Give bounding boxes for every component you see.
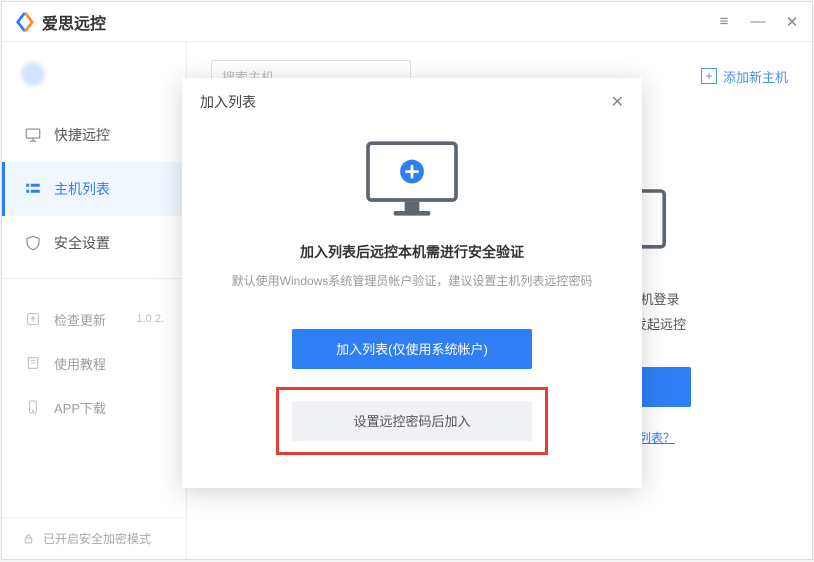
nav-secondary: 检查更新 1.0.2. 使用教程 APP下载: [2, 297, 186, 429]
logo-icon: [14, 11, 36, 33]
monitor-icon: [357, 134, 467, 226]
modal-subtitle: 默认使用Windows系统管理员帐户验证，建议设置主机列表远控密码: [232, 272, 593, 289]
upload-icon: [24, 310, 42, 328]
close-icon[interactable]: ✕: [784, 13, 800, 31]
avatar-icon: [20, 61, 46, 87]
status-text: 已开启安全加密模式: [43, 530, 151, 547]
lock-icon: [22, 532, 35, 545]
highlight-frame: 设置远控密码后加入: [276, 387, 548, 455]
join-system-account-button[interactable]: 加入列表(仅使用系统帐户): [292, 329, 532, 369]
version-text: 1.0.2.: [136, 313, 164, 325]
add-host-label: 添加新主机: [723, 67, 788, 86]
nav-host-list[interactable]: 主机列表: [2, 162, 186, 216]
divider: [2, 278, 186, 279]
modal-heading: 加入列表后远控本机需进行安全验证: [300, 242, 524, 262]
modal-body: 加入列表后远控本机需进行安全验证 默认使用Windows系统管理员帐户验证，建议…: [182, 126, 642, 488]
modal-title-text: 加入列表: [200, 92, 256, 112]
nav-tutorial[interactable]: 使用教程: [2, 341, 186, 385]
nav-label: 快捷远控: [54, 125, 110, 145]
plus-icon: +: [701, 68, 717, 84]
list-icon: [24, 180, 42, 198]
set-password-join-button[interactable]: 设置远控密码后加入: [292, 401, 532, 441]
join-list-modal: 加入列表 ✕ 加入列表后远控本机需进行安全验证 默认使用Windows系统管理员…: [182, 78, 642, 488]
add-host-button[interactable]: + 添加新主机: [701, 67, 788, 86]
sidebar: 快捷远控 主机列表 安全设置: [2, 42, 187, 559]
nav-app-download[interactable]: APP下载: [2, 385, 186, 429]
app-title: 爱思远控: [42, 10, 106, 34]
menu-icon[interactable]: ≡: [716, 13, 732, 31]
minimize-icon[interactable]: —: [750, 13, 766, 31]
app-logo: 爱思远控: [14, 10, 106, 34]
nav-quick-control[interactable]: 快捷远控: [2, 108, 186, 162]
phone-icon: [24, 398, 42, 416]
nav-label: 使用教程: [54, 354, 106, 373]
monitor-icon: [24, 126, 42, 144]
user-info[interactable]: [2, 50, 186, 98]
window-controls: ≡ — ✕: [716, 13, 800, 31]
nav-label: APP下载: [54, 398, 106, 417]
book-icon: [24, 354, 42, 372]
nav-label: 检查更新: [54, 310, 106, 329]
nav-check-update[interactable]: 检查更新 1.0.2.: [2, 297, 186, 341]
nav-label: 安全设置: [54, 233, 110, 253]
nav-security[interactable]: 安全设置: [2, 216, 186, 270]
nav-main: 快捷远控 主机列表 安全设置: [2, 108, 186, 270]
nav-label: 主机列表: [54, 179, 110, 199]
modal-close-icon[interactable]: ✕: [611, 92, 624, 112]
titlebar: 爱思远控 ≡ — ✕: [2, 2, 812, 42]
shield-icon: [24, 234, 42, 252]
modal-header: 加入列表 ✕: [182, 78, 642, 126]
sidebar-status: 已开启安全加密模式: [2, 517, 186, 559]
